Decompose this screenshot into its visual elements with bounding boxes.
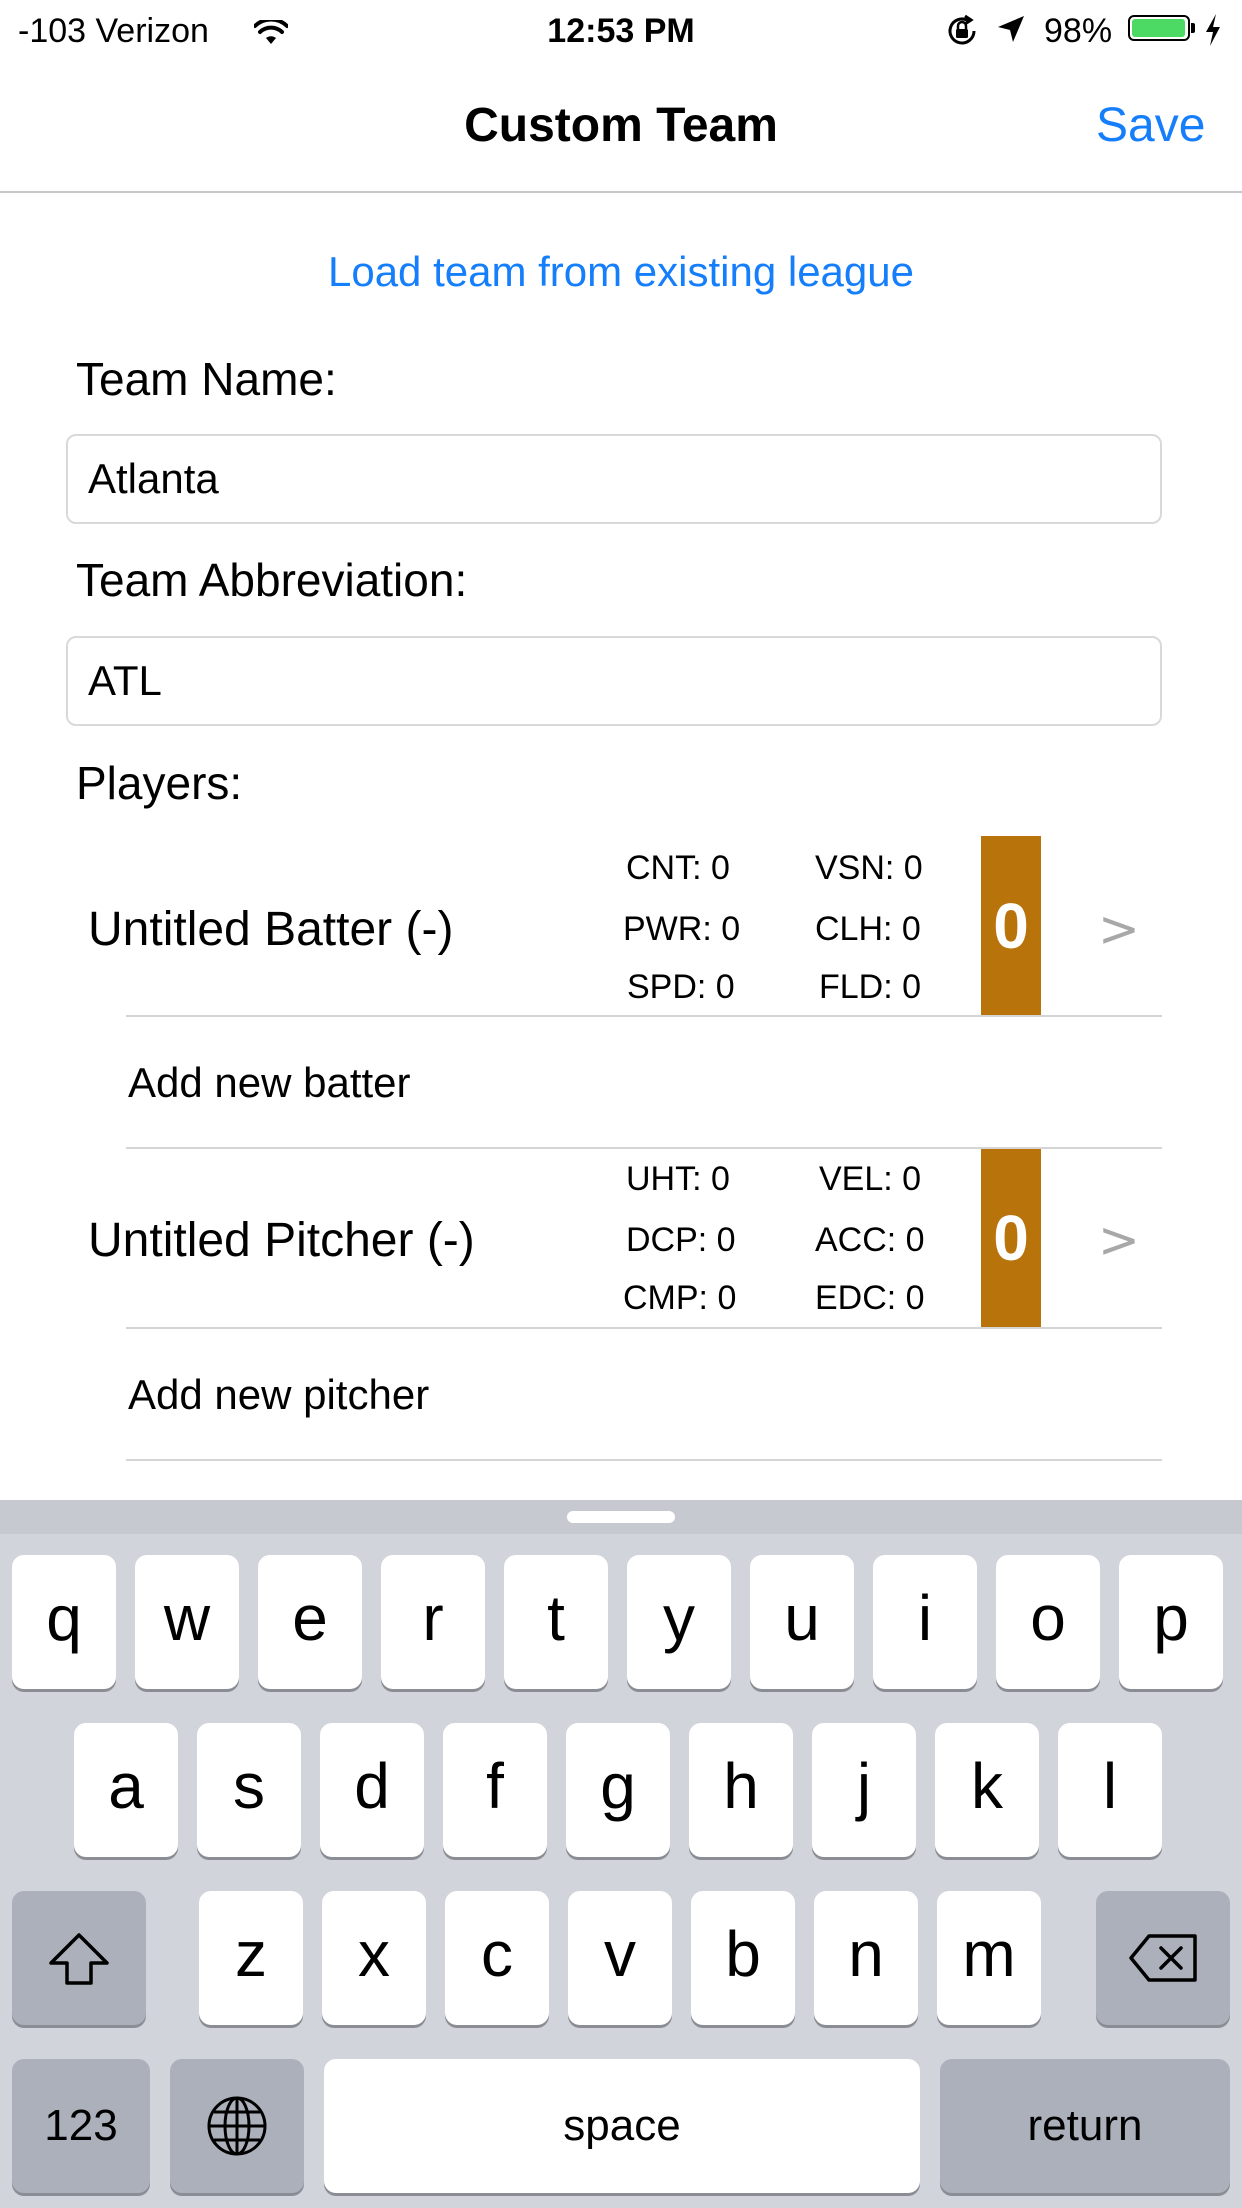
key-e[interactable]: e <box>258 1555 362 1689</box>
key-u[interactable]: u <box>750 1555 854 1689</box>
pitcher-rating-badge: 0 <box>981 1149 1041 1327</box>
players-label: Players: <box>76 757 243 809</box>
key-n[interactable]: n <box>814 1891 918 2025</box>
stat-fld: FLD: 0 <box>819 968 922 1006</box>
key-p[interactable]: p <box>1119 1555 1223 1689</box>
battery-tip <box>1191 23 1195 33</box>
stat-pwr: PWR: 0 <box>623 910 741 948</box>
globe-key[interactable] <box>170 2059 304 2193</box>
stat-edc: EDC: 0 <box>815 1279 925 1317</box>
page-title: Custom Team <box>464 99 778 152</box>
key-z[interactable]: z <box>199 1891 303 2025</box>
key-r[interactable]: r <box>381 1555 485 1689</box>
globe-icon <box>207 2096 267 2156</box>
nav-divider <box>0 191 1242 193</box>
key-t[interactable]: t <box>504 1555 608 1689</box>
team-name-input[interactable]: Atlanta <box>66 434 1162 524</box>
key-k[interactable]: k <box>935 1723 1039 1857</box>
save-button[interactable]: Save <box>1096 98 1205 153</box>
location-arrow-icon <box>996 14 1026 53</box>
add-batter-button[interactable]: Add new batter <box>128 1059 411 1107</box>
stat-vel: VEL: 0 <box>819 1160 922 1198</box>
stat-dcp: DCP: 0 <box>626 1221 736 1259</box>
stat-acc: ACC: 0 <box>815 1221 925 1259</box>
key-d[interactable]: d <box>320 1723 424 1857</box>
stat-spd: SPD: 0 <box>627 968 735 1006</box>
batter-name: Untitled Batter (-) <box>88 903 454 956</box>
key-o[interactable]: o <box>996 1555 1100 1689</box>
stat-uht: UHT: 0 <box>626 1160 730 1198</box>
key-i[interactable]: i <box>873 1555 977 1689</box>
team-abbreviation-label: Team Abbreviation: <box>76 554 468 606</box>
delete-key[interactable] <box>1096 1891 1230 2025</box>
key-j[interactable]: j <box>812 1723 916 1857</box>
load-team-link[interactable]: Load team from existing league <box>0 248 1242 296</box>
chevron-right-icon: > <box>1098 900 1140 958</box>
team-abbreviation-input[interactable]: ATL <box>66 636 1162 726</box>
chevron-right-icon: > <box>1098 1211 1140 1269</box>
delete-icon <box>1129 1934 1197 1982</box>
key-h[interactable]: h <box>689 1723 793 1857</box>
team-name-label: Team Name: <box>76 353 337 405</box>
pitcher-name: Untitled Pitcher (-) <box>88 1214 475 1267</box>
stat-cnt: CNT: 0 <box>626 849 730 887</box>
key-x[interactable]: x <box>322 1891 426 2025</box>
battery-icon <box>1128 15 1190 41</box>
shift-key[interactable] <box>12 1891 146 2025</box>
key-c[interactable]: c <box>445 1891 549 2025</box>
stat-cmp: CMP: 0 <box>623 1279 737 1317</box>
key-q[interactable]: q <box>12 1555 116 1689</box>
key-g[interactable]: g <box>566 1723 670 1857</box>
battery-fill <box>1132 19 1185 37</box>
space-key[interactable]: space <box>324 2059 920 2193</box>
keyboard-grabber[interactable] <box>567 1511 675 1523</box>
stat-clh: CLH: 0 <box>815 910 921 948</box>
key-m[interactable]: m <box>937 1891 1041 2025</box>
return-key[interactable]: return <box>940 2059 1230 2193</box>
key-v[interactable]: v <box>568 1891 672 2025</box>
key-f[interactable]: f <box>443 1723 547 1857</box>
row-divider <box>126 1459 1162 1461</box>
key-l[interactable]: l <box>1058 1723 1162 1857</box>
batter-rating-badge: 0 <box>981 836 1041 1016</box>
numbers-key[interactable]: 123 <box>12 2059 150 2193</box>
key-a[interactable]: a <box>74 1723 178 1857</box>
key-b[interactable]: b <box>691 1891 795 2025</box>
row-divider <box>126 1015 1162 1017</box>
battery-percent: 98% <box>1044 12 1113 50</box>
row-divider <box>126 1327 1162 1329</box>
stat-vsn: VSN: 0 <box>815 849 923 887</box>
add-pitcher-button[interactable]: Add new pitcher <box>128 1371 429 1419</box>
key-s[interactable]: s <box>197 1723 301 1857</box>
shift-icon <box>49 1933 109 1985</box>
key-y[interactable]: y <box>627 1555 731 1689</box>
rotation-lock-icon <box>944 14 980 57</box>
status-bar: -103 Verizon 12:53 PM 98% <box>0 0 1242 62</box>
charging-bolt-icon <box>1204 14 1222 55</box>
key-w[interactable]: w <box>135 1555 239 1689</box>
